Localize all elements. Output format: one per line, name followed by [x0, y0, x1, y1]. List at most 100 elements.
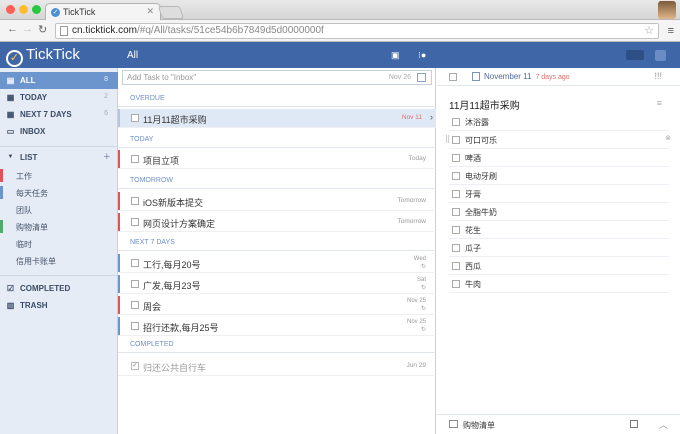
task-checkbox[interactable]	[131, 218, 139, 226]
archive-icon[interactable]: ▣	[391, 50, 400, 61]
subtask-checkbox[interactable]	[452, 118, 460, 126]
chevron-up-icon[interactable]: ︿	[659, 418, 668, 431]
priority-bar	[118, 317, 120, 335]
browser-tab[interactable]: ✓ TickTick ✕	[45, 3, 161, 20]
sidebar-item-inbox[interactable]: ▭ INBOX	[0, 123, 118, 140]
subtask-item[interactable]: 花生	[449, 221, 669, 239]
delete-subtask-icon[interactable]: ⊗	[665, 134, 671, 142]
task-row[interactable]: 招行还款,每月25号 Nov 25 ↻	[118, 317, 436, 336]
subtask-item[interactable]: 啤酒	[449, 149, 669, 167]
sidebar-item-today[interactable]: ▦ TODAY 2	[0, 89, 118, 106]
task-row[interactable]: 网页设计方案确定 Tomorrow	[118, 213, 436, 232]
sidebar-list-item[interactable]: 每天任务	[0, 184, 118, 201]
task-title: 工行,每月20号	[143, 260, 201, 270]
repeat-icon: ↻	[420, 285, 426, 291]
sidebar-list-item[interactable]: 购物清单	[0, 218, 118, 235]
back-arrow-icon[interactable]: ←	[7, 23, 18, 35]
calendar-icon[interactable]	[417, 73, 426, 82]
add-list-icon[interactable]: +	[104, 151, 110, 163]
list-color-bar	[0, 186, 3, 199]
subtask-checkbox[interactable]	[452, 172, 460, 180]
task-checkbox[interactable]	[131, 259, 139, 267]
section-completed[interactable]: COMPLETED	[118, 338, 436, 353]
sidebar: ▤ ALL 8 ▦ TODAY 2 ▦ NEXT 7 DAYS 6 ▭ INBO…	[0, 68, 118, 434]
sort-options-icon[interactable]: ⁝●	[418, 50, 426, 61]
task-checkbox[interactable]	[131, 197, 139, 205]
task-title: 11月11超市采购	[143, 115, 207, 125]
sidebar-list-item[interactable]: 信用卡账单	[0, 252, 118, 269]
subtask-item[interactable]: ⣿ 可口可乐 ⊗	[445, 131, 671, 149]
trash-icon[interactable]	[630, 420, 638, 428]
calendar-icon[interactable]	[472, 72, 480, 81]
bookmark-star-icon[interactable]: ☆	[644, 24, 654, 37]
section-next-7-days[interactable]: NEXT 7 DAYS	[118, 236, 436, 251]
task-checkbox[interactable]	[131, 322, 139, 330]
detail-date[interactable]: November 11	[484, 72, 531, 81]
user-avatar[interactable]	[655, 50, 666, 61]
section-tomorrow[interactable]: TOMORROW	[118, 174, 436, 189]
sidebar-list-item[interactable]: 工作	[0, 167, 118, 184]
task-detail-panel: November 11 7 days ago !!! 11月11超市采购 ≡ 沐浴…	[437, 68, 680, 434]
browser-user-avatar[interactable]	[658, 1, 676, 19]
sidebar-item-trash[interactable]: ▥ TRASH	[0, 297, 118, 314]
detail-checkbox[interactable]	[449, 73, 457, 81]
subtask-item[interactable]: 沐浴露	[449, 113, 669, 131]
subtask-item[interactable]: 牛肉	[449, 275, 669, 293]
task-row[interactable]: 11月11超市采购 Nov 11 ›	[118, 109, 436, 128]
sidebar-item-next-7-days[interactable]: ▦ NEXT 7 DAYS 6	[0, 106, 118, 123]
task-checkbox[interactable]	[131, 114, 139, 122]
task-row[interactable]: 周会 Nov 25 ↻	[118, 296, 436, 315]
drag-handle-icon[interactable]: ⣿	[445, 135, 450, 143]
task-row-completed[interactable]: ✓ 归还公共自行车 Jun 29	[118, 357, 436, 376]
zoom-window-button[interactable]	[32, 5, 41, 14]
sidebar-list-item[interactable]: 团队	[0, 201, 118, 218]
subtask-checkbox[interactable]	[452, 262, 460, 270]
address-bar[interactable]: cn.ticktick.com/#q/All/tasks/51ce54b6b78…	[55, 23, 659, 39]
detail-list-name[interactable]: 购物清单	[463, 420, 495, 431]
task-row[interactable]: iOS新版本提交 Tomorrow	[118, 192, 436, 211]
checked-checkbox-icon[interactable]: ✓	[131, 362, 139, 370]
task-checkbox[interactable]	[131, 155, 139, 163]
task-checkbox[interactable]	[131, 280, 139, 288]
subtask-item[interactable]: 西瓜	[449, 257, 669, 275]
section-overdue[interactable]: OVERDUE	[118, 92, 436, 107]
section-label: OVERDUE	[130, 95, 165, 102]
sidebar-item-label: COMPLETED	[20, 284, 71, 293]
subtask-item[interactable]: 牙膏	[449, 185, 669, 203]
priority-icon[interactable]: !!!	[654, 71, 662, 81]
close-window-button[interactable]	[6, 5, 15, 14]
subtask-checkbox[interactable]	[452, 208, 460, 216]
section-today[interactable]: TODAY	[118, 133, 436, 148]
detail-title[interactable]: 11月11超市采购	[449, 97, 520, 112]
task-row[interactable]: 工行,每月20号 Wed ↻	[118, 254, 436, 273]
subtask-item[interactable]: 全脂牛奶	[449, 203, 669, 221]
subtask-checkbox[interactable]	[452, 154, 460, 162]
new-tab-button[interactable]	[157, 6, 185, 19]
subtask-item[interactable]: 电动牙刷	[449, 167, 669, 185]
detail-menu-icon[interactable]: ≡	[657, 98, 662, 108]
logo-text: TickTick	[26, 46, 80, 63]
minimize-window-button[interactable]	[19, 5, 28, 14]
sidebar-list-item[interactable]: 临时	[0, 235, 118, 252]
hamburger-menu-icon[interactable]: ≡	[668, 25, 674, 37]
subtask-checkbox[interactable]	[452, 226, 460, 234]
repeat-icon: ↻	[420, 264, 426, 270]
header-search-box[interactable]	[626, 50, 644, 60]
add-task-input[interactable]: Add Task to "Inbox" Nov 26	[122, 70, 432, 85]
task-row[interactable]: 项目立项 Today	[118, 150, 436, 169]
task-checkbox[interactable]	[131, 301, 139, 309]
subtask-checkbox[interactable]	[452, 244, 460, 252]
sidebar-item-completed[interactable]: ☑ COMPLETED	[0, 280, 118, 297]
sidebar-item-all[interactable]: ▤ ALL 8	[0, 72, 118, 89]
close-tab-icon[interactable]: ✕	[146, 6, 154, 17]
forward-arrow-icon[interactable]: →	[22, 23, 33, 35]
subtask-item[interactable]: 瓜子	[449, 239, 669, 257]
subtask-checkbox[interactable]	[452, 190, 460, 198]
repeat-icon: ↻	[420, 327, 426, 333]
reload-icon[interactable]: ↻	[38, 23, 47, 36]
section-label: TOMORROW	[130, 177, 174, 184]
subtask-checkbox[interactable]	[452, 136, 460, 144]
subtask-checkbox[interactable]	[452, 280, 460, 288]
list-section-header[interactable]: ▼ LIST +	[0, 149, 118, 166]
task-row[interactable]: 广发,每月23号 Sat ↻	[118, 275, 436, 294]
